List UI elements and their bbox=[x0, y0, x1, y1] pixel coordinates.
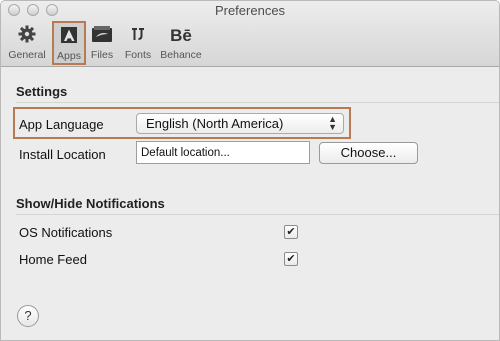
behance-icon: Bē bbox=[170, 26, 192, 45]
os-notifications-checkbox[interactable]: ✔ bbox=[284, 225, 298, 239]
folder-icon bbox=[89, 25, 115, 47]
notifications-heading: Show/Hide Notifications bbox=[16, 196, 165, 211]
settings-divider bbox=[16, 102, 499, 103]
install-location-label: Install Location bbox=[19, 147, 106, 162]
install-location-input[interactable] bbox=[136, 141, 310, 164]
adobe-icon bbox=[54, 26, 84, 48]
app-language-label: App Language bbox=[19, 117, 104, 132]
choose-button[interactable]: Choose... bbox=[319, 142, 418, 164]
checkmark-icon: ✔ bbox=[286, 226, 296, 238]
window-title: Preferences bbox=[214, 3, 286, 18]
tab-general-label: General bbox=[8, 49, 46, 61]
gear-icon bbox=[6, 25, 48, 47]
title-bar: Preferences General Apps Files Fonts Bē … bbox=[1, 1, 499, 67]
home-feed-checkbox[interactable]: ✔ bbox=[284, 252, 298, 266]
tab-apps[interactable]: Apps bbox=[52, 21, 86, 65]
preferences-window: Preferences General Apps Files Fonts Bē … bbox=[0, 0, 500, 341]
tab-fonts[interactable]: Fonts bbox=[122, 25, 154, 65]
help-button[interactable]: ? bbox=[17, 305, 39, 327]
updown-arrows-icon: ▲ ▼ bbox=[328, 114, 337, 132]
app-language-select[interactable]: English (North America) ▲ ▼ bbox=[136, 113, 344, 134]
notifications-divider bbox=[16, 214, 499, 215]
os-notifications-label: OS Notifications bbox=[19, 225, 113, 240]
tab-fonts-label: Fonts bbox=[124, 49, 152, 61]
checkmark-icon: ✔ bbox=[286, 253, 296, 265]
settings-heading: Settings bbox=[16, 84, 68, 99]
tab-files-label: Files bbox=[90, 49, 114, 61]
tab-behance-label: Behance bbox=[160, 49, 202, 61]
tab-files[interactable]: Files bbox=[89, 25, 115, 65]
tab-behance[interactable]: Bē Behance bbox=[159, 25, 203, 65]
app-language-value: English (North America) bbox=[146, 116, 284, 131]
fonts-icon bbox=[122, 25, 154, 47]
tab-apps-label: Apps bbox=[57, 50, 81, 62]
home-feed-label: Home Feed bbox=[19, 252, 87, 267]
preferences-content: Settings App Language English (North Ame… bbox=[1, 67, 499, 340]
tab-general[interactable]: General bbox=[6, 25, 48, 65]
